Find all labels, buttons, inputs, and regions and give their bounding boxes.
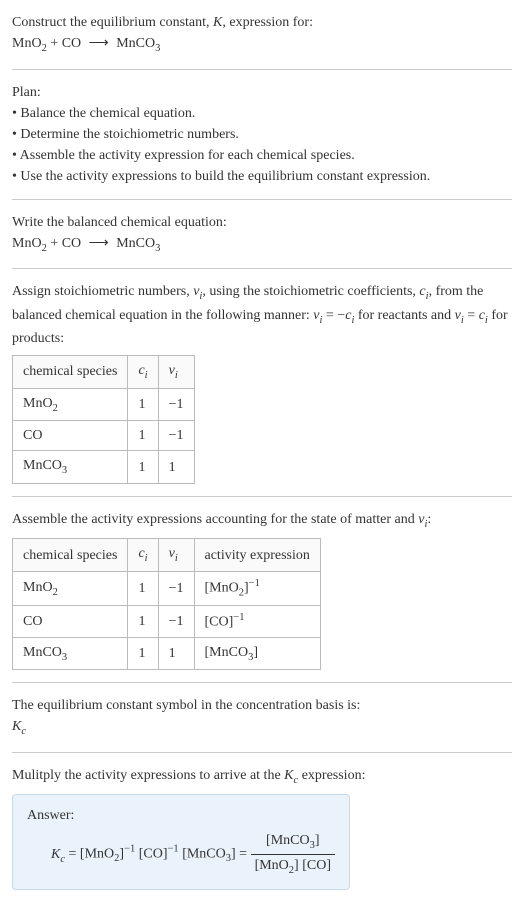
cell-c: 1: [128, 637, 158, 670]
assemble-text: Assemble the activity expressions accoun…: [12, 512, 431, 527]
plan-item: • Use the activity expressions to build …: [12, 166, 512, 187]
stoich-table: chemical species ci νi MnO2 1 −1 CO 1 −1…: [12, 355, 195, 484]
col-activity: activity expression: [194, 539, 320, 572]
cell-c: 1: [128, 388, 158, 421]
plan-item: • Assemble the activity expression for e…: [12, 145, 512, 166]
table-header-row: chemical species ci νi: [13, 356, 195, 389]
divider: [12, 496, 512, 497]
answer-fraction: [MnCO3] [MnO2] [CO]: [251, 830, 335, 878]
col-nui: νi: [158, 356, 194, 389]
answer-expression: Kc = [MnO2]−1 [CO]−1 [MnCO3] = [MnCO3] […: [27, 830, 335, 878]
frac-denominator: [MnO2] [CO]: [251, 855, 335, 879]
plan-section: Plan: • Balance the chemical equation. •…: [12, 82, 512, 187]
plan-heading: Plan:: [12, 82, 512, 103]
divider: [12, 199, 512, 200]
table-row: MnO2 1 −1 [MnO2]−1: [13, 571, 321, 605]
cell-c: 1: [128, 451, 158, 484]
assemble-section: Assemble the activity expressions accoun…: [12, 509, 512, 671]
cell-c: 1: [128, 571, 158, 605]
cell-activity: [MnCO3]: [194, 637, 320, 670]
table-row: CO 1 −1 [CO]−1: [13, 606, 321, 638]
cell-species: CO: [13, 421, 128, 451]
kc-basis-text: The equilibrium constant symbol in the c…: [12, 695, 512, 716]
assign-text: Assign stoichiometric numbers, νi, using…: [12, 284, 508, 346]
frac-numerator: [MnCO3]: [251, 830, 335, 855]
table-row: MnCO3 1 1 [MnCO3]: [13, 637, 321, 670]
cell-nu: 1: [158, 451, 194, 484]
balanced-equation: MnO2 + CO ⟶ MnCO3: [12, 233, 512, 257]
cell-nu: −1: [158, 421, 194, 451]
multiply-section: Mulitply the activity expressions to arr…: [12, 765, 512, 890]
table-header-row: chemical species ci νi activity expressi…: [13, 539, 321, 572]
answer-box: Answer: Kc = [MnO2]−1 [CO]−1 [MnCO3] = […: [12, 794, 350, 889]
balanced-heading: Write the balanced chemical equation:: [12, 212, 512, 233]
balanced-section: Write the balanced chemical equation: Mn…: [12, 212, 512, 257]
col-species: chemical species: [13, 539, 128, 572]
cell-c: 1: [128, 606, 158, 638]
intro-text: Construct the equilibrium constant, K, e…: [12, 12, 512, 33]
cell-activity: [MnO2]−1: [194, 571, 320, 605]
cell-activity: [CO]−1: [194, 606, 320, 638]
cell-c: 1: [128, 421, 158, 451]
intro-equation: MnO2 + CO ⟶ MnCO3: [12, 33, 512, 57]
table-row: CO 1 −1: [13, 421, 195, 451]
assign-section: Assign stoichiometric numbers, νi, using…: [12, 281, 512, 484]
cell-nu: −1: [158, 606, 194, 638]
col-ci: ci: [128, 356, 158, 389]
kc-symbol: Kc: [12, 716, 512, 740]
col-species: chemical species: [13, 356, 128, 389]
cell-species: MnO2: [13, 571, 128, 605]
divider: [12, 682, 512, 683]
col-nui: νi: [158, 539, 194, 572]
plan-item: • Determine the stoichiometric numbers.: [12, 124, 512, 145]
intro-section: Construct the equilibrium constant, K, e…: [12, 12, 512, 57]
table-row: MnO2 1 −1: [13, 388, 195, 421]
cell-nu: −1: [158, 571, 194, 605]
divider: [12, 69, 512, 70]
answer-label: Answer:: [27, 805, 335, 826]
kc-basis-section: The equilibrium constant symbol in the c…: [12, 695, 512, 740]
divider: [12, 268, 512, 269]
cell-nu: 1: [158, 637, 194, 670]
cell-species: CO: [13, 606, 128, 638]
divider: [12, 752, 512, 753]
activity-table: chemical species ci νi activity expressi…: [12, 538, 321, 670]
col-ci: ci: [128, 539, 158, 572]
cell-species: MnCO3: [13, 451, 128, 484]
multiply-text: Mulitply the activity expressions to arr…: [12, 768, 365, 783]
cell-species: MnO2: [13, 388, 128, 421]
table-row: MnCO3 1 1: [13, 451, 195, 484]
cell-species: MnCO3: [13, 637, 128, 670]
cell-nu: −1: [158, 388, 194, 421]
plan-item: • Balance the chemical equation.: [12, 103, 512, 124]
